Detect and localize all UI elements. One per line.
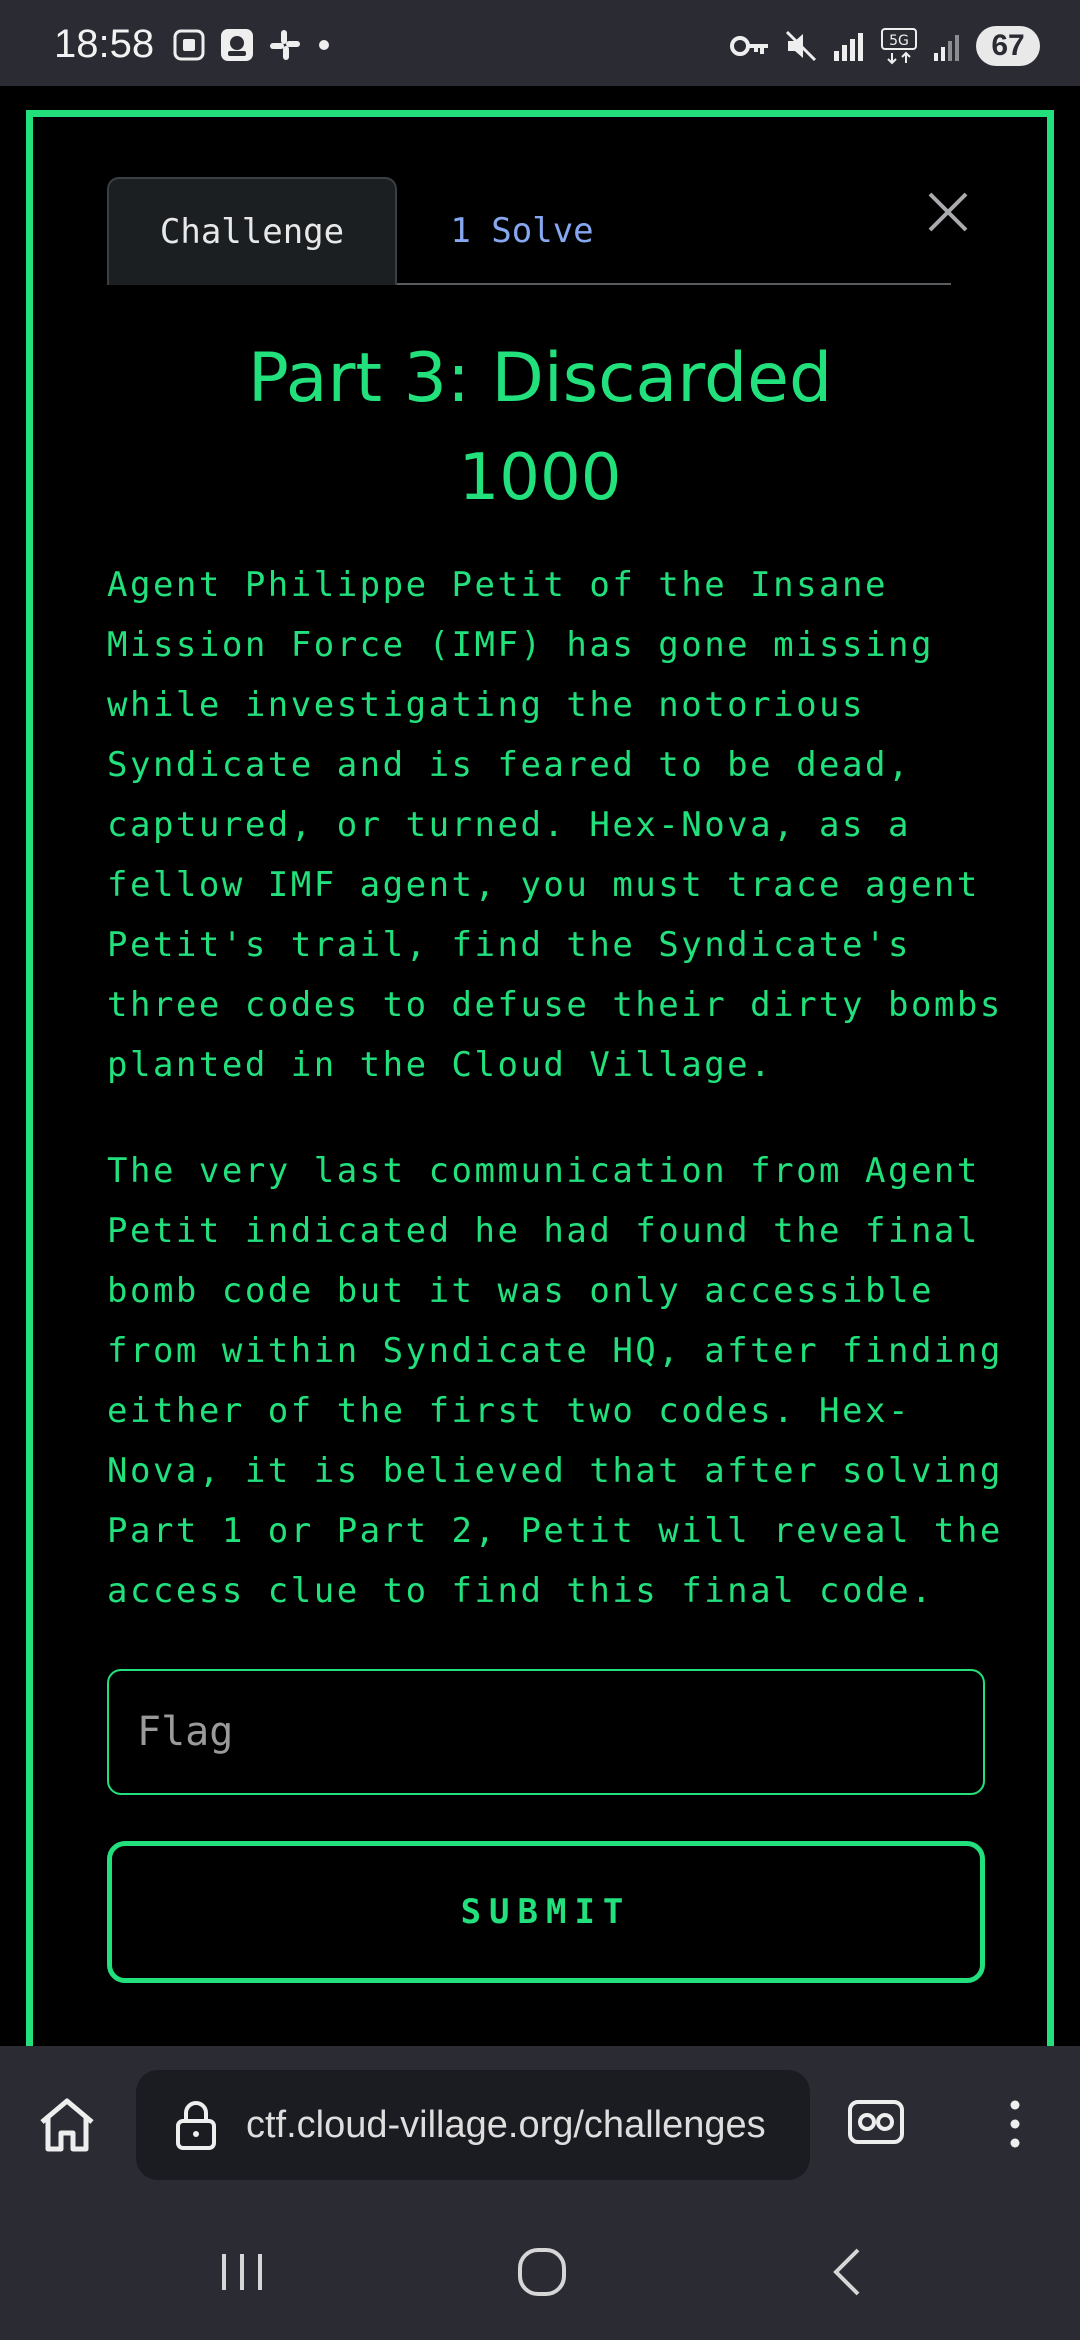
screenshot-icon [173,29,205,61]
status-bar: 18:58 5G 67 [0,0,1080,86]
battery-indicator: 67 [976,26,1040,66]
close-icon [928,192,968,232]
navigation-bar [0,2202,1080,2340]
address-bar[interactable]: ctf.cloud-village.org/challenges [136,2070,810,2180]
menu-button[interactable] [990,2094,1040,2154]
url-text: ctf.cloud-village.org/challenges [246,2103,766,2146]
web-page: Challenge 1 Solve Part 3: Discarded 1000… [0,86,1080,2046]
mute-icon [785,30,817,62]
signal-bars-icon [934,35,959,61]
description-paragraph: Agent Philippe Petit of the Insane Missi… [107,565,1003,1085]
back-icon [833,2248,860,2296]
signal-icon [834,33,863,61]
svg-text:5G: 5G [889,33,909,49]
status-notification-icons [172,28,332,62]
tabs-button[interactable] [846,2096,906,2148]
submit-button[interactable]: SUBMIT [107,1841,985,1983]
incognito-tabs-icon [848,2100,904,2144]
close-button[interactable] [913,177,983,247]
more-options-icon [1010,2100,1020,2148]
challenge-tabs: Challenge 1 Solve [107,177,951,285]
slack-icon [270,30,300,60]
vpn-key-icon [730,36,768,56]
status-system-icons: 5G 67 [730,26,1040,66]
home-icon [40,2098,94,2152]
5g-icon: 5G [881,28,917,65]
recent-apps-icon [222,2254,262,2290]
flag-input[interactable] [107,1669,985,1795]
back-button[interactable] [806,2232,886,2312]
challenge-name: Part 3: Discarded [247,339,833,418]
dot-icon [319,40,329,50]
home-nav-button[interactable] [502,2232,582,2312]
status-time: 18:58 [54,22,155,66]
description-paragraph: The very last communication from Agent P… [107,1151,1003,1611]
tab-challenge[interactable]: Challenge [107,177,397,285]
challenge-description: Agent Philippe Petit of the Insane Missi… [107,555,1007,1621]
challenge-points: 1000 [458,441,622,515]
home-circle-icon [518,2248,566,2296]
app-icon [221,29,253,61]
tab-solves[interactable]: 1 Solve [397,177,647,285]
recent-apps-button[interactable] [202,2232,282,2312]
home-button[interactable] [32,2090,102,2160]
lock-icon [168,2099,224,2151]
browser-toolbar: ctf.cloud-village.org/challenges [0,2046,1080,2202]
challenge-modal: Challenge 1 Solve Part 3: Discarded 1000… [26,110,1054,2046]
